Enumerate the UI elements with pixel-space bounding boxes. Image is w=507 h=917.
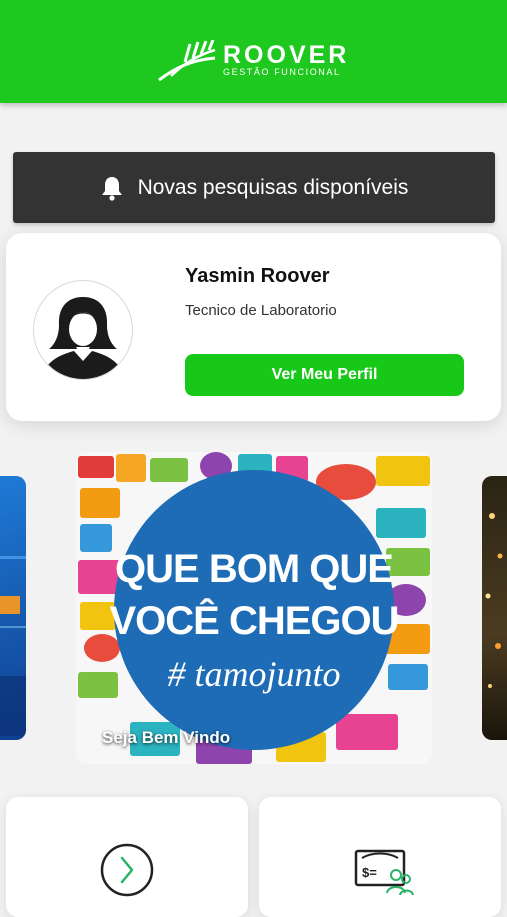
carousel-prev-slide[interactable]	[0, 476, 26, 740]
welcome-banner-slide[interactable]: QUE BOM QUE VOCÊ CHEGOU # tamojunto Seja…	[76, 452, 432, 764]
chevron-right-circle-icon	[100, 843, 154, 897]
view-profile-button[interactable]: Ver Meu Perfil	[185, 354, 464, 396]
profile-role: Tecnico de Laboratorio	[185, 302, 337, 319]
bell-icon	[101, 176, 122, 201]
profile-card: Yasmin Roover Tecnico de Laboratorio Ver…	[6, 233, 501, 421]
new-surveys-banner[interactable]: Novas pesquisas disponíveis	[13, 152, 495, 223]
banner-hashtag: # tamojunto	[167, 654, 340, 694]
welcome-banner-text: QUE BOM QUE VOCÊ CHEGOU # tamojunto	[109, 547, 399, 694]
user-avatar-icon	[33, 280, 133, 380]
payslip-people-icon: $=	[354, 849, 414, 896]
logo-mark-icon	[158, 40, 216, 82]
banner-line-1: QUE BOM QUE	[115, 547, 393, 591]
shortcut-tile-next[interactable]	[6, 797, 248, 917]
brand-tagline: GESTÃO FUNCIONAL	[223, 67, 341, 77]
banner-caption: Seja Bem Vindo	[102, 728, 231, 747]
roover-logo: ROOVER GESTÃO FUNCIONAL	[157, 40, 362, 85]
brand-name: ROOVER	[223, 41, 350, 69]
profile-name: Yasmin Roover	[185, 265, 330, 287]
shortcut-tile-payslip[interactable]: $=	[259, 797, 501, 917]
svg-text:$=: $=	[362, 865, 377, 880]
banner-line-2: VOCÊ CHEGOU	[109, 597, 398, 643]
app-header: ROOVER GESTÃO FUNCIONAL	[0, 0, 507, 103]
new-surveys-text: Novas pesquisas disponíveis	[137, 175, 409, 199]
carousel-next-slide[interactable]	[482, 476, 507, 740]
